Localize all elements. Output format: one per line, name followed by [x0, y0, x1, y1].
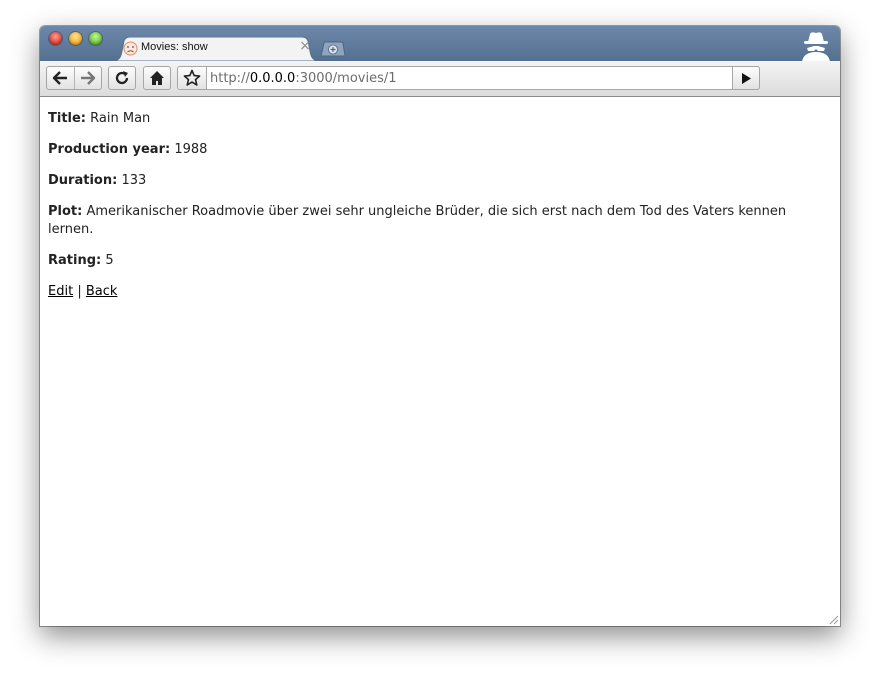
- action-links: Edit | Back: [48, 283, 834, 301]
- rating-row: Rating: 5: [48, 252, 834, 270]
- duration-value: 133: [121, 173, 147, 188]
- window-close-button[interactable]: [49, 32, 62, 45]
- window-maximize-button[interactable]: [89, 32, 102, 45]
- production-year-value: 1988: [174, 142, 208, 157]
- title-label: Title:: [48, 111, 87, 126]
- reload-icon: [115, 71, 129, 85]
- duration-row: Duration: 133: [48, 172, 834, 190]
- plot-value: Amerikanischer Roadmovie über zwei sehr …: [48, 204, 787, 237]
- go-arrow-icon: [742, 72, 751, 84]
- tab-close-icon[interactable]: ×: [297, 38, 313, 54]
- star-icon: [183, 69, 201, 86]
- back-arrow-icon: [52, 71, 67, 85]
- rating-label: Rating:: [48, 253, 102, 268]
- new-tab-button[interactable]: [319, 41, 346, 57]
- url-path: :3000/movies/1: [295, 71, 397, 86]
- plot-row: Plot: Amerikanischer Roadmovie über zwei…: [48, 203, 834, 239]
- url-scheme: http://: [210, 71, 250, 86]
- back-button[interactable]: [47, 67, 73, 89]
- bookmark-star-button[interactable]: [178, 67, 207, 89]
- incognito-icon: [802, 32, 830, 62]
- address-url: http://0.0.0.0:3000/movies/1: [210, 71, 397, 86]
- tab-active[interactable]: Movies: show ×: [113, 37, 319, 61]
- browser-window: Movies: show × http://0.0.0.0:3000/movie…: [40, 26, 840, 626]
- go-button[interactable]: [732, 66, 760, 90]
- page-content: Title: Rain Man Production year: 1988 Du…: [48, 110, 834, 314]
- tab-title: Movies: show: [141, 41, 208, 53]
- toolbar: http://0.0.0.0:3000/movies/1: [40, 61, 840, 97]
- edit-link[interactable]: Edit: [48, 284, 73, 299]
- rating-value: 5: [105, 253, 114, 268]
- home-button[interactable]: [143, 66, 171, 90]
- url-host: 0.0.0.0: [249, 71, 296, 86]
- sad-face-favicon-icon: [123, 41, 138, 56]
- production-year-label: Production year:: [48, 142, 171, 157]
- forward-button[interactable]: [75, 67, 101, 89]
- forward-arrow-icon: [81, 71, 96, 85]
- address-bar[interactable]: http://0.0.0.0:3000/movies/1: [177, 66, 760, 90]
- plot-label: Plot:: [48, 204, 83, 219]
- home-icon: [150, 71, 164, 85]
- duration-label: Duration:: [48, 173, 118, 188]
- back-forward-group: [46, 66, 102, 90]
- reload-button[interactable]: [108, 66, 136, 90]
- back-link[interactable]: Back: [86, 284, 118, 299]
- link-separator: |: [77, 284, 82, 299]
- window-minimize-button[interactable]: [69, 32, 82, 45]
- production-year-row: Production year: 1988: [48, 141, 834, 159]
- title-row: Title: Rain Man: [48, 110, 834, 128]
- resize-grip-icon[interactable]: [827, 613, 839, 625]
- tab-strip: Movies: show ×: [40, 26, 840, 62]
- title-value: Rain Man: [90, 111, 151, 126]
